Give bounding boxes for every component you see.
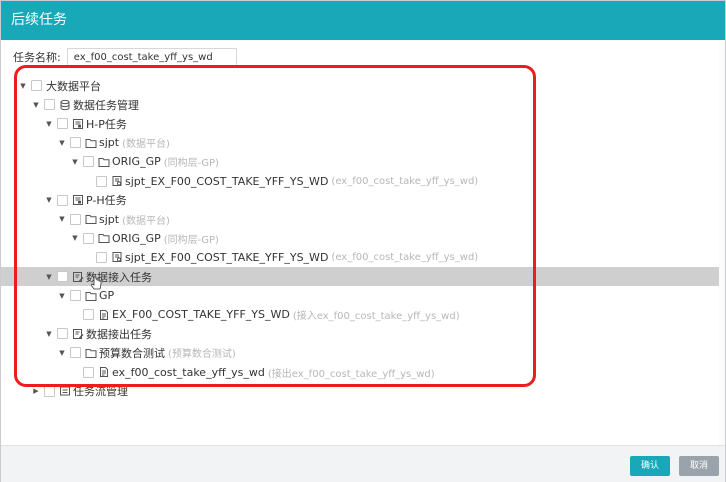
red-annotation-frame <box>14 65 536 387</box>
task-name-label: 任务名称: <box>13 51 61 64</box>
mouse-cursor-icon <box>91 276 102 290</box>
confirm-button[interactable]: 确认 <box>630 456 670 476</box>
dialog-scrollbar[interactable] <box>719 41 725 445</box>
task-name-input[interactable] <box>66 48 237 66</box>
dialog-title: 后续任务 <box>1 1 725 40</box>
cancel-button[interactable]: 取消 <box>679 456 719 476</box>
collapse-arrow-icon[interactable]: ▶ <box>32 387 40 395</box>
task-name-row: 任务名称: <box>13 48 237 66</box>
node-checkbox[interactable] <box>44 385 55 397</box>
dialog-footer: 确认 取消 <box>1 445 725 482</box>
